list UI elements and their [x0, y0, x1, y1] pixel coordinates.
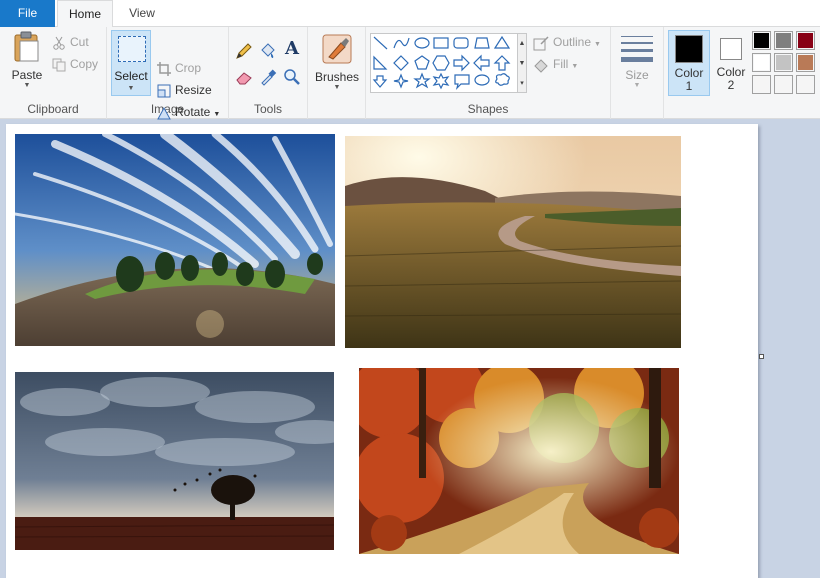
palette-swatch[interactable]	[752, 75, 771, 94]
cut-label: Cut	[70, 35, 89, 49]
fill-bucket-icon[interactable]	[258, 41, 278, 61]
clipboard-group: Paste ▼ Cut Copy Clipboard	[0, 27, 107, 119]
color-picker-icon[interactable]	[258, 67, 278, 87]
cut-button[interactable]: Cut	[52, 32, 89, 52]
text-icon[interactable]: A	[282, 39, 302, 59]
tools-group-label: Tools	[253, 102, 282, 116]
line-thickness-icon	[621, 36, 653, 62]
color1-button[interactable]: Color 1	[668, 30, 710, 96]
size-dropdown-icon[interactable]: ▼	[616, 82, 658, 90]
palette-swatch-color	[776, 77, 791, 92]
resize-label: Resize	[175, 83, 212, 97]
brushes-button[interactable]: Brushes ▼	[312, 33, 362, 92]
palette-swatch[interactable]	[774, 53, 793, 72]
palette-swatch-color	[754, 33, 769, 48]
shapes-group-label: Shapes	[467, 102, 509, 116]
palette-swatch-color	[754, 55, 769, 70]
drawing-canvas[interactable]	[6, 124, 758, 578]
sky-clouds-trees-photo[interactable]	[15, 134, 335, 346]
palette-swatch[interactable]	[774, 75, 793, 94]
color1-number: 1	[685, 79, 693, 93]
resize-button[interactable]: Resize	[157, 80, 212, 100]
brushes-label: Brushes	[314, 70, 360, 84]
palette-swatch[interactable]	[774, 31, 793, 50]
palette-swatch-color	[798, 55, 813, 70]
outline-dropdown-icon[interactable]: ▼	[594, 41, 601, 48]
paste-button[interactable]: Paste ▼	[6, 31, 48, 90]
eraser-icon[interactable]	[234, 67, 254, 87]
fill-label: Fill	[553, 57, 569, 71]
select-label: Select	[114, 69, 148, 83]
ribbon: Paste ▼ Cut Copy Clipboard Image Select …	[0, 27, 820, 122]
outline-icon	[533, 36, 549, 51]
color2-button[interactable]: Color 2	[712, 30, 750, 96]
pencil-icon[interactable]	[234, 41, 254, 61]
brushes-group: Brushes ▼	[308, 27, 366, 119]
crop-label: Crop	[175, 61, 202, 75]
paste-label: Paste	[11, 68, 43, 82]
crop-icon	[157, 61, 171, 76]
outline-label: Outline	[553, 35, 592, 49]
rotate-button[interactable]: Rotate ▼	[157, 102, 220, 122]
brushes-dropdown-icon[interactable]: ▼	[312, 84, 362, 92]
select-button[interactable]: Select ▼	[111, 30, 151, 96]
sunset-field-road-photo[interactable]	[345, 136, 681, 348]
select-rectangle-icon	[118, 36, 146, 62]
color1-swatch	[675, 35, 703, 63]
shapes-scroll[interactable]: ▲ ▼ ▾	[517, 33, 527, 93]
fill-button[interactable]: Fill ▼	[533, 54, 578, 74]
shapes-grid-icon	[372, 35, 511, 90]
rotate-dropdown-icon[interactable]: ▼	[213, 111, 220, 118]
palette-swatch[interactable]	[796, 53, 815, 72]
color2-number: 2	[727, 78, 735, 92]
color2-swatch	[720, 38, 742, 60]
paste-dropdown-icon[interactable]: ▼	[6, 82, 48, 90]
size-group: Size ▼	[611, 27, 664, 119]
tab-view[interactable]: View	[120, 0, 164, 27]
palette-swatch-color	[798, 77, 813, 92]
palette-swatch[interactable]	[752, 53, 771, 72]
stormy-sky-tree-photo[interactable]	[15, 372, 334, 550]
tab-file[interactable]: File	[0, 0, 55, 27]
copy-icon	[52, 58, 66, 72]
palette-swatch[interactable]	[796, 31, 815, 50]
copy-label: Copy	[70, 57, 99, 71]
size-button[interactable]: Size ▼	[616, 33, 658, 90]
palette-swatch-color	[776, 33, 791, 48]
clipboard-group-label: Clipboard	[27, 102, 79, 116]
brush-icon	[322, 34, 352, 64]
rotate-label: Rotate	[175, 105, 211, 119]
magnifier-icon[interactable]	[282, 67, 302, 87]
fill-dropdown-icon[interactable]: ▼	[571, 63, 578, 70]
autumn-forest-path-photo[interactable]	[359, 368, 679, 554]
paste-icon	[14, 31, 39, 62]
crop-button[interactable]: Crop	[157, 58, 201, 78]
palette-swatch-color	[754, 77, 769, 92]
palette-swatch[interactable]	[796, 75, 815, 94]
scissors-icon	[53, 36, 65, 50]
ribbon-tab-bar: File Home View	[0, 0, 820, 28]
size-label: Size	[625, 68, 649, 82]
palette-swatch[interactable]	[752, 31, 771, 50]
palette-swatch-color	[776, 55, 791, 70]
workspace	[0, 120, 820, 578]
resize-icon	[157, 84, 171, 98]
shapes-gallery[interactable]	[370, 33, 518, 93]
rotate-icon	[157, 106, 171, 120]
tab-home[interactable]: Home	[57, 0, 113, 28]
fill-icon	[534, 59, 548, 73]
canvas-resize-handle[interactable]	[759, 354, 764, 359]
outline-button[interactable]: Outline ▼	[533, 32, 601, 52]
copy-button[interactable]: Copy	[52, 54, 98, 74]
palette-swatch-color	[798, 33, 813, 48]
select-dropdown-icon[interactable]: ▼	[112, 85, 150, 92]
